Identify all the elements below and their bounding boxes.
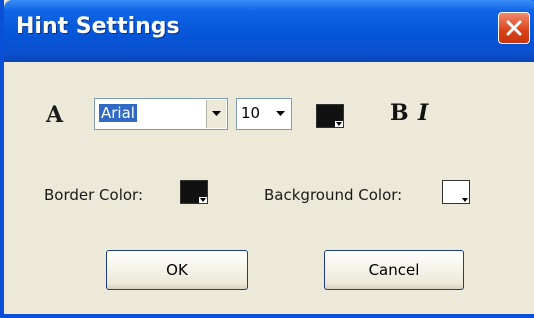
background-color-button[interactable] — [442, 180, 470, 204]
text-color-button[interactable] — [316, 104, 344, 128]
font-size-value: 10 — [241, 104, 261, 122]
dialog-content: A Arial 10 B I Border Color: Background … — [8, 62, 534, 314]
window-title: Hint Settings — [16, 14, 180, 39]
border-color-button[interactable] — [180, 180, 208, 204]
size-dropdown-button[interactable] — [271, 100, 290, 128]
chevron-down-icon — [212, 111, 221, 116]
close-button[interactable] — [498, 12, 530, 44]
close-icon — [506, 20, 522, 36]
background-color-label: Background Color: — [264, 186, 403, 204]
cancel-button[interactable]: Cancel — [324, 250, 464, 290]
chevron-down-icon — [276, 111, 285, 116]
ok-button[interactable]: OK — [106, 250, 248, 290]
font-name-value: Arial — [99, 104, 137, 122]
font-dropdown-button[interactable] — [206, 100, 226, 128]
dialog-window: Hint Settings A Arial 10 B I Border Colo… — [0, 0, 534, 318]
font-size-select[interactable]: 10 — [236, 98, 292, 130]
dropdown-arrow-icon — [335, 121, 343, 127]
dropdown-arrow-icon — [199, 197, 207, 203]
border-color-label: Border Color: — [44, 186, 144, 204]
italic-button[interactable]: I — [418, 100, 428, 126]
font-name-select[interactable]: Arial — [94, 98, 228, 130]
title-bar[interactable]: Hint Settings — [4, 0, 534, 62]
bold-button[interactable]: B — [390, 100, 409, 126]
dropdown-arrow-icon — [462, 198, 468, 202]
font-icon: A — [46, 102, 64, 128]
